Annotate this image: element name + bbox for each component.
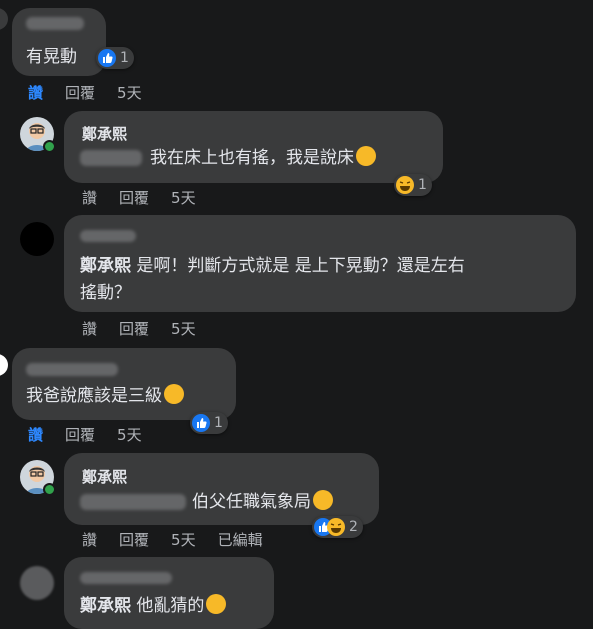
comment-text-line: 是啊！判斷方式就是 是上下晃動？還是左右	[136, 256, 465, 276]
reaction-summary[interactable]: 1	[190, 412, 228, 434]
grinning-emoji-icon	[356, 146, 376, 166]
like-button[interactable]: 讚	[82, 189, 97, 207]
timestamp[interactable]: 5天	[117, 426, 142, 444]
comment-author[interactable]: 鄭承熙	[82, 466, 127, 487]
timestamp[interactable]: 5天	[171, 531, 196, 549]
comment-text-content: 伯父任職氣象局	[192, 492, 311, 512]
like-button[interactable]: 讚	[28, 426, 43, 444]
reaction-count: 1	[214, 415, 223, 431]
comment-actions: 讚 回覆 5天	[82, 318, 218, 339]
comment-text: 我在床上也有搖，我是說床	[150, 146, 376, 170]
comment-actions: 讚 回覆 5天	[28, 82, 164, 103]
thinking-emoji-icon	[313, 490, 333, 510]
comment-text-continued: 搖動？	[80, 283, 131, 303]
blurred-mention	[80, 494, 186, 510]
like-button[interactable]: 讚	[82, 531, 97, 549]
comment-actions: 讚 回覆 5天	[28, 424, 164, 445]
comment-text: 鄭承熙 他亂猜的	[80, 594, 227, 618]
comment-bubble	[64, 453, 379, 525]
blurred-author-name	[26, 17, 84, 30]
comment-text: 伯父任職氣象局	[192, 490, 333, 514]
reply-button[interactable]: 回覆	[119, 189, 149, 207]
online-status-dot	[43, 140, 56, 153]
reaction-summary[interactable]: 1	[394, 174, 432, 196]
reaction-summary[interactable]: 2	[312, 516, 363, 538]
haha-icon	[396, 176, 414, 194]
avatar[interactable]	[0, 8, 8, 30]
reaction-summary[interactable]: 1	[96, 47, 134, 69]
comment-actions: 讚 回覆 5天	[82, 187, 218, 208]
like-button[interactable]: 讚	[82, 320, 97, 338]
timestamp[interactable]: 5天	[171, 189, 196, 207]
blurred-author-name	[26, 363, 118, 376]
mention-tag[interactable]: 鄭承熙	[80, 596, 131, 616]
comment-text: 有晃動	[26, 47, 77, 67]
reaction-count: 1	[120, 50, 129, 66]
comment-text-content: 我爸說應該是三級	[26, 386, 162, 406]
mention-tag[interactable]: 鄭承熙	[80, 256, 131, 276]
reply-button[interactable]: 回覆	[65, 84, 95, 102]
reply-button[interactable]: 回覆	[65, 426, 95, 444]
comment-text: 我爸說應該是三級	[26, 384, 184, 408]
reply-button[interactable]: 回覆	[119, 320, 149, 338]
reaction-count: 1	[418, 177, 427, 193]
like-button[interactable]: 讚	[28, 84, 43, 102]
reply-button[interactable]: 回覆	[119, 531, 149, 549]
edited-label[interactable]: 已編輯	[218, 531, 263, 549]
like-icon	[98, 49, 116, 67]
haha-icon	[327, 518, 345, 536]
avatar[interactable]	[20, 222, 54, 256]
blurred-author-name	[80, 572, 172, 584]
comment-text-content: 他亂猜的	[136, 596, 205, 616]
rofl-emoji-icon	[206, 594, 227, 614]
blurred-mention	[80, 150, 142, 166]
comment-actions: 讚 回覆 5天 已編輯	[82, 529, 285, 550]
comment-text-content: 我在床上也有搖，我是說床	[150, 148, 354, 168]
avatar[interactable]	[0, 354, 8, 376]
blurred-author-name	[80, 230, 136, 242]
reaction-count: 2	[349, 519, 358, 535]
like-icon	[192, 414, 210, 432]
comment-bubble	[64, 557, 274, 629]
avatar[interactable]	[20, 566, 54, 600]
crying-laughing-emoji-icon	[164, 384, 184, 404]
comment-text: 鄭承熙 是啊！判斷方式就是 是上下晃動？還是左右	[80, 254, 465, 278]
online-status-dot	[43, 483, 56, 496]
timestamp[interactable]: 5天	[171, 320, 196, 338]
timestamp[interactable]: 5天	[117, 84, 142, 102]
comment-author[interactable]: 鄭承熙	[82, 123, 127, 144]
